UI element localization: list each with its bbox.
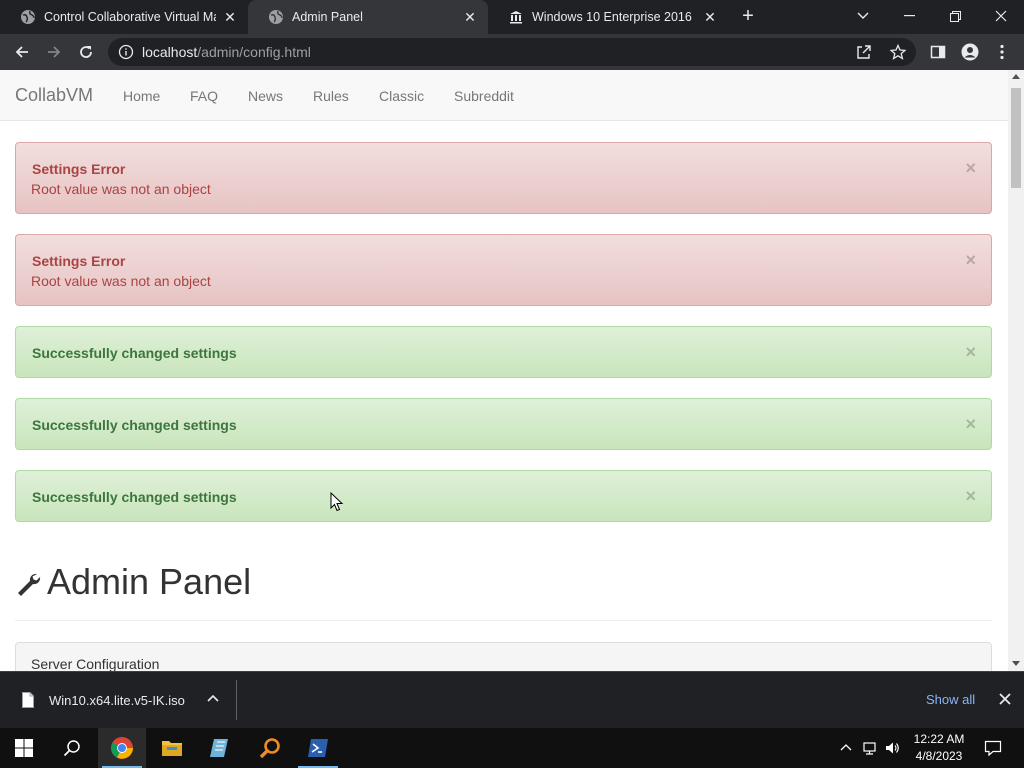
alert-title: Settings Error xyxy=(32,253,126,269)
notifications-icon[interactable] xyxy=(984,739,1002,757)
taskbar-powershell[interactable] xyxy=(294,728,342,768)
alert-message: Root value was not an object xyxy=(31,181,211,197)
download-divider xyxy=(236,680,237,720)
start-button[interactable] xyxy=(0,728,48,768)
chevron-up-icon[interactable] xyxy=(204,690,222,708)
globe-icon xyxy=(268,9,284,25)
magnifier-app-icon xyxy=(259,738,280,759)
minimize-button[interactable] xyxy=(886,0,932,32)
tab-title: Windows 10 Enterprise 2016 LTSB xyxy=(532,10,696,24)
system-clock[interactable]: 12:22 AM 4/8/2023 xyxy=(906,731,972,765)
alert-title: Successfully changed settings xyxy=(32,417,237,433)
site-navbar: CollabVM Home FAQ News Rules Classic Sub… xyxy=(0,70,1008,121)
windows-logo-icon xyxy=(15,739,33,757)
tab-title: Admin Panel xyxy=(292,10,363,24)
new-tab-button[interactable]: + xyxy=(736,5,760,29)
tab-title: Control Collaborative Virtual Machines xyxy=(44,10,216,24)
taskbar-app-magnifier[interactable] xyxy=(246,728,294,768)
document-app-icon xyxy=(210,739,228,757)
volume-icon[interactable] xyxy=(884,740,900,756)
info-icon[interactable] xyxy=(118,44,134,60)
show-all-downloads-link[interactable]: Show all xyxy=(926,692,975,707)
tab-admin-panel[interactable]: Admin Panel ✕ xyxy=(248,0,488,34)
site-brand[interactable]: CollabVM xyxy=(15,85,93,106)
tab-close-icon[interactable]: ✕ xyxy=(702,9,718,25)
browser-toolbar: localhost/admin/config.html xyxy=(0,34,1024,70)
success-alert: Successfully changed settings × xyxy=(15,470,992,522)
share-icon[interactable] xyxy=(854,42,874,62)
error-alert: Settings Error Root value was not an obj… xyxy=(15,234,992,306)
success-alert: Successfully changed settings × xyxy=(15,326,992,378)
tab-windows-10-enterprise[interactable]: Windows 10 Enterprise 2016 LTSB ✕ xyxy=(488,0,728,34)
tab-control-collaborative-vm[interactable]: Control Collaborative Virtual Machines ✕ xyxy=(0,0,248,34)
alert-close-icon[interactable]: × xyxy=(965,159,976,177)
powershell-icon xyxy=(308,739,328,757)
search-button[interactable] xyxy=(48,728,96,768)
download-filename[interactable]: Win10.x64.lite.v5-IK.iso xyxy=(49,693,185,708)
alert-close-icon[interactable]: × xyxy=(965,251,976,269)
nav-link-classic[interactable]: Classic xyxy=(379,88,424,104)
alert-title: Settings Error xyxy=(32,161,126,177)
page-title: Admin Panel xyxy=(47,561,252,602)
nav-link-news[interactable]: News xyxy=(248,88,283,104)
page-heading: Admin Panel xyxy=(15,560,251,604)
clock-date: 4/8/2023 xyxy=(915,749,963,763)
url-host: localhost xyxy=(142,44,198,60)
alert-close-icon[interactable]: × xyxy=(965,487,976,505)
forward-button[interactable] xyxy=(42,40,66,64)
institution-icon xyxy=(508,9,524,25)
folder-icon xyxy=(162,741,182,756)
url-text: localhost/admin/config.html xyxy=(142,38,311,66)
clock-time: 12:22 AM xyxy=(913,732,965,746)
scroll-up-arrow-icon[interactable] xyxy=(1012,74,1020,79)
alert-title: Successfully changed settings xyxy=(32,345,237,361)
server-configuration-panel: Server Configuration xyxy=(15,642,992,671)
address-bar[interactable]: localhost/admin/config.html xyxy=(108,38,916,66)
scroll-down-arrow-icon[interactable] xyxy=(1012,661,1020,666)
alert-close-icon[interactable]: × xyxy=(965,415,976,433)
taskbar-app-document[interactable] xyxy=(196,728,244,768)
taskbar-chrome[interactable] xyxy=(98,728,146,768)
error-alert: Settings Error Root value was not an obj… xyxy=(15,142,992,214)
success-alert: Successfully changed settings × xyxy=(15,398,992,450)
wrench-icon xyxy=(15,571,41,597)
nav-link-rules[interactable]: Rules xyxy=(313,88,349,104)
tab-close-icon[interactable]: ✕ xyxy=(222,9,238,25)
side-panel-icon[interactable] xyxy=(926,40,950,64)
windows-taskbar: 12:22 AM 4/8/2023 xyxy=(0,728,1024,768)
url-path: /admin/config.html xyxy=(197,44,311,60)
profile-icon[interactable] xyxy=(958,40,982,64)
scrollbar-thumb[interactable] xyxy=(1011,88,1021,188)
file-icon[interactable] xyxy=(22,692,34,708)
chrome-icon xyxy=(111,737,133,759)
alert-close-icon[interactable]: × xyxy=(965,343,976,361)
restore-button[interactable] xyxy=(932,0,978,32)
tab-search-chevron-icon[interactable] xyxy=(840,0,886,32)
heading-divider xyxy=(15,620,992,621)
taskbar-file-explorer[interactable] xyxy=(148,728,196,768)
search-icon xyxy=(63,740,80,757)
nav-link-faq[interactable]: FAQ xyxy=(190,88,218,104)
network-icon[interactable] xyxy=(862,740,878,756)
close-icon[interactable] xyxy=(996,690,1014,708)
back-button[interactable] xyxy=(10,40,34,64)
mouse-cursor-icon xyxy=(330,492,344,512)
tab-strip: Control Collaborative Virtual Machines ✕… xyxy=(0,0,1024,34)
tray-chevron-up-icon[interactable] xyxy=(838,740,854,756)
page-scrollbar[interactable] xyxy=(1008,70,1024,671)
tab-close-icon[interactable]: ✕ xyxy=(462,9,478,25)
panel-title: Server Configuration xyxy=(31,656,160,671)
nav-link-subreddit[interactable]: Subreddit xyxy=(454,88,514,104)
reload-button[interactable] xyxy=(74,40,98,64)
menu-kebab-icon[interactable] xyxy=(990,40,1014,64)
download-bar: Win10.x64.lite.v5-IK.iso Show all xyxy=(0,671,1024,728)
close-window-button[interactable] xyxy=(978,0,1024,32)
nav-link-home[interactable]: Home xyxy=(123,88,160,104)
alert-title: Successfully changed settings xyxy=(32,489,237,505)
bookmark-star-icon[interactable] xyxy=(888,42,908,62)
globe-icon xyxy=(20,9,36,25)
page-viewport: CollabVM Home FAQ News Rules Classic Sub… xyxy=(0,70,1008,671)
alert-message: Root value was not an object xyxy=(31,273,211,289)
